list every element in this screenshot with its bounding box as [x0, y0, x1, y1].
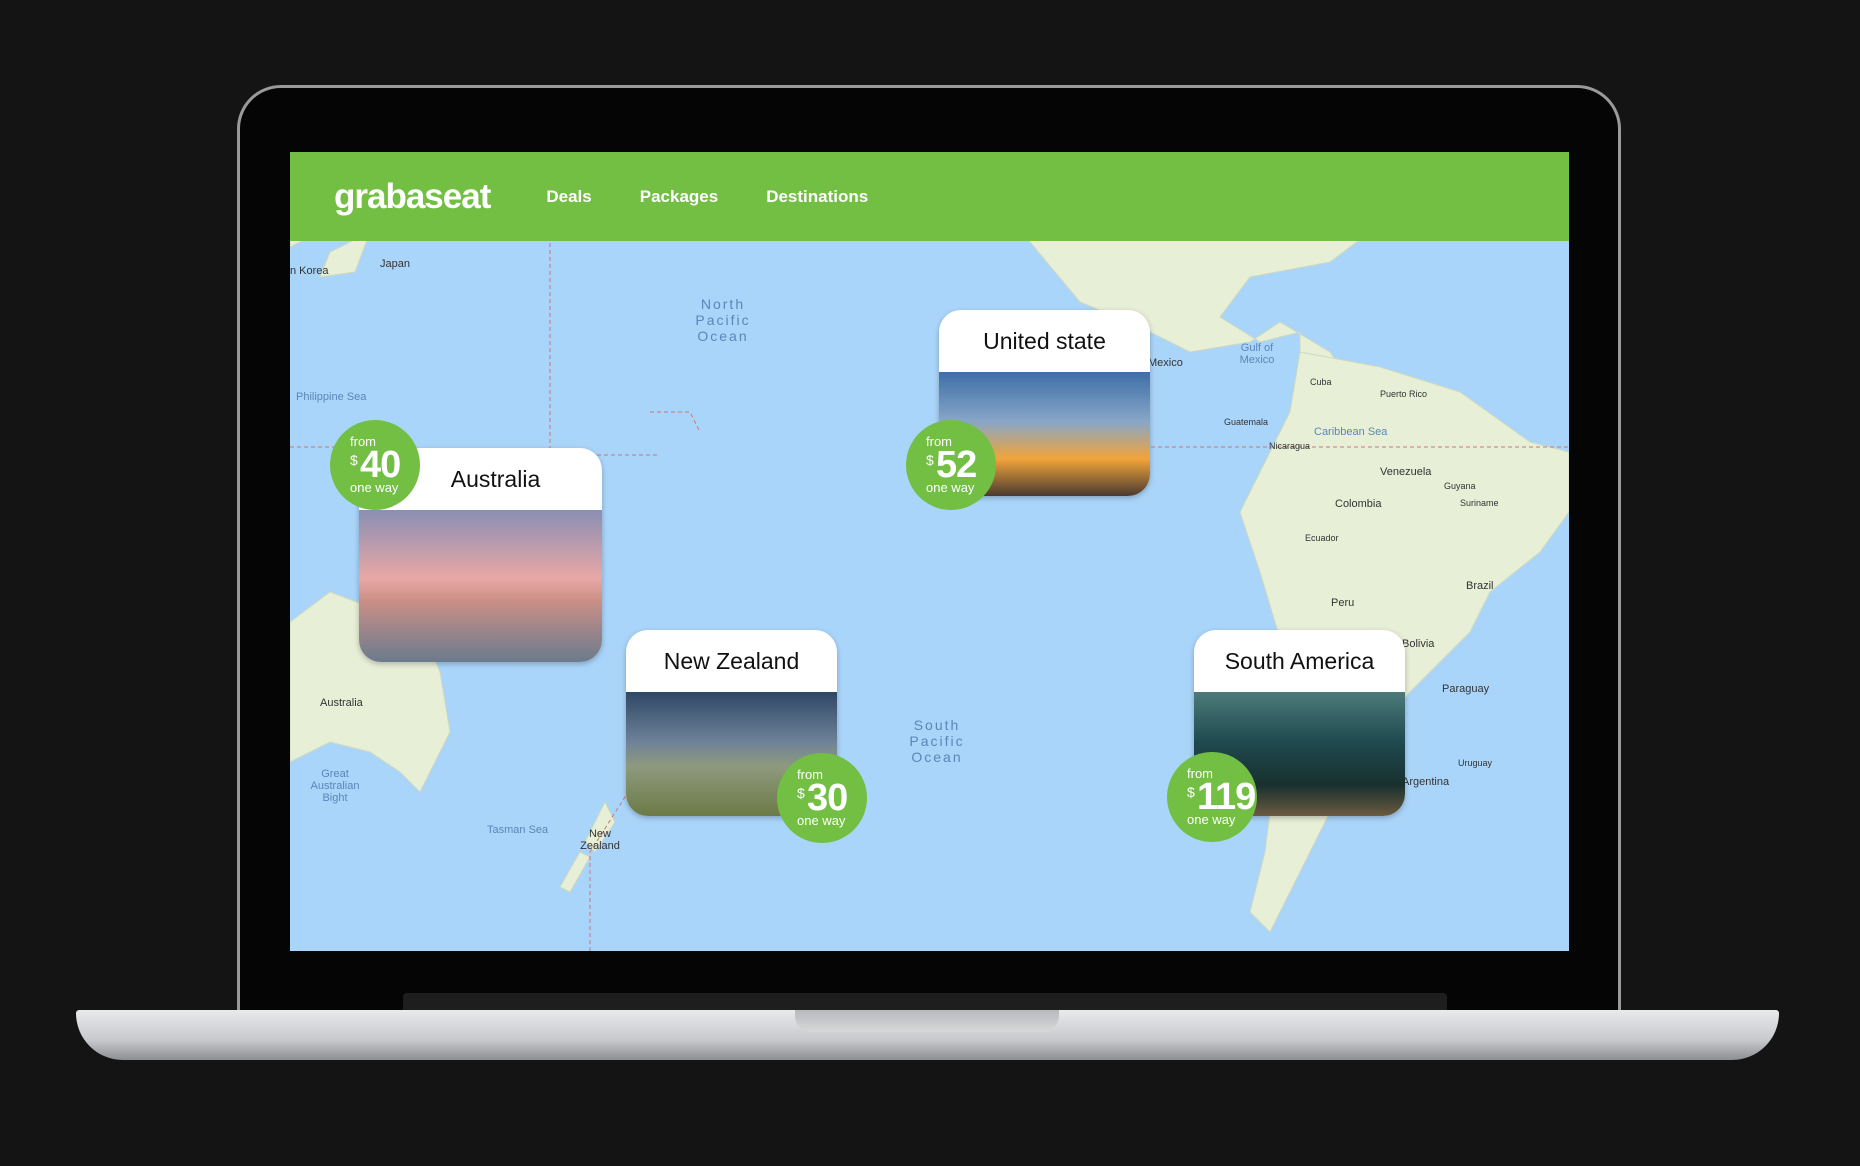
- currency: $: [797, 785, 805, 801]
- card-title: United state: [983, 327, 1106, 354]
- sea-label: Gulf of Mexico: [1239, 342, 1275, 366]
- map-label: Suriname: [1460, 498, 1499, 508]
- price-badge: from $ 52 one way: [906, 420, 996, 510]
- map-label: Paraguay: [1442, 683, 1490, 695]
- map-label: Australia: [320, 697, 363, 709]
- sea-label: Great Australian Bight: [310, 768, 360, 804]
- fare-type: one way: [1187, 812, 1236, 827]
- destination-photo: [359, 510, 602, 662]
- fare-type: one way: [926, 480, 975, 495]
- logo[interactable]: grabaseat: [334, 177, 491, 217]
- map-label: New Zealand: [580, 828, 620, 852]
- card-title: New Zealand: [663, 647, 800, 674]
- sea-label: Caribbean Sea: [1314, 426, 1388, 438]
- ocean-label: North Pacific Ocean: [695, 296, 751, 344]
- map-label: Guatemala: [1224, 417, 1269, 427]
- map-label: Puerto Rico: [1380, 389, 1428, 399]
- top-nav: grabaseat Deals Packages Destinations: [290, 152, 1569, 241]
- nav-packages[interactable]: Packages: [640, 187, 718, 207]
- map-label: Nicaragua: [1269, 441, 1311, 451]
- map-label: Colombia: [1335, 498, 1382, 510]
- map-label: Cuba: [1310, 377, 1332, 387]
- map-label: Bolivia: [1402, 638, 1435, 650]
- ocean-label: South Pacific Ocean: [909, 717, 965, 765]
- laptop-hinge: [403, 993, 1447, 1010]
- card-title: South America: [1224, 647, 1375, 674]
- laptop-notch: [795, 1010, 1059, 1032]
- price-badge: from $ 119 one way: [1167, 752, 1257, 842]
- currency: $: [350, 452, 358, 468]
- sea-label: Tasman Sea: [487, 824, 549, 836]
- map-label: Venezuela: [1380, 466, 1432, 478]
- currency: $: [1187, 784, 1195, 800]
- map-label: n Korea: [290, 265, 329, 277]
- currency: $: [926, 452, 934, 468]
- price-badge: from $ 40 one way: [330, 420, 420, 510]
- map-label: Peru: [1331, 597, 1355, 609]
- map-label: Japan: [380, 258, 410, 270]
- map-label: Ecuador: [1305, 533, 1339, 543]
- nav-destinations[interactable]: Destinations: [766, 187, 868, 207]
- map-label: Brazil: [1466, 580, 1494, 592]
- screen: grabaseat Deals Packages Destinations Ja…: [290, 152, 1569, 951]
- fare-type: one way: [797, 813, 846, 828]
- nav-deals[interactable]: Deals: [546, 187, 591, 207]
- map-label: Argentina: [1402, 776, 1450, 788]
- fare-type: one way: [350, 480, 399, 495]
- map-label: Guyana: [1444, 481, 1476, 491]
- sea-label: Philippine Sea: [296, 391, 367, 403]
- map-label: Uruguay: [1458, 758, 1493, 768]
- map-label: Mexico: [1148, 357, 1183, 369]
- price-badge: from $ 30 one way: [777, 753, 867, 843]
